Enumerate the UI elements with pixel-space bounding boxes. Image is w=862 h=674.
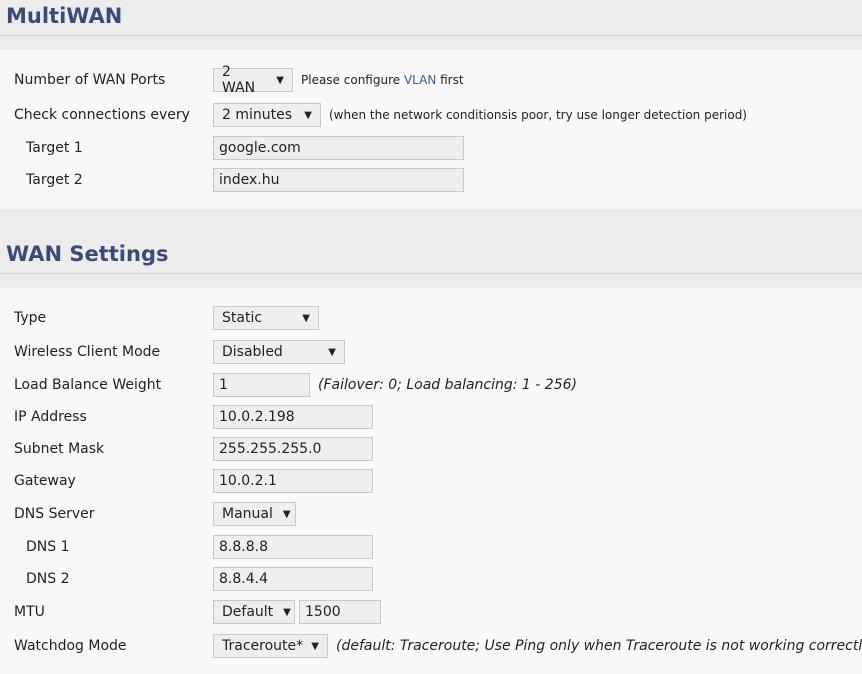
dns-server-row: DNS Server Manual ▼ [0, 501, 862, 527]
vlan-link[interactable]: VLAN [404, 73, 436, 87]
spacer [0, 274, 862, 288]
wireless-client-row: Wireless Client Mode Disabled ▼ [0, 339, 862, 365]
mtu-input[interactable]: 1500 [299, 600, 381, 624]
chevron-down-icon: ▼ [302, 312, 310, 324]
target1-input[interactable]: google.com [213, 136, 464, 160]
wan-ports-label: Number of WAN Ports [14, 72, 166, 88]
type-row: Type Static ▼ [0, 305, 862, 331]
note-prefix: Please configure [301, 73, 404, 87]
wan-ports-select[interactable]: 2 WAN ▼ [213, 64, 293, 96]
wan-ports-note: Please configure VLAN first [301, 73, 464, 87]
watchdog-select[interactable]: Traceroute* ▼ [213, 634, 328, 658]
chevron-down-icon: ▼ [304, 109, 312, 121]
chevron-down-icon: ▼ [311, 640, 319, 652]
wan-ports-value: 2 WAN [222, 64, 256, 96]
ip-row: IP Address 10.0.2.198 [0, 404, 862, 430]
note-suffix: first [436, 73, 464, 87]
mask-label: Subnet Mask [14, 441, 105, 457]
mtu-label: MTU [14, 604, 45, 620]
spacer [0, 209, 862, 233]
dns1-label: DNS 1 [26, 539, 70, 555]
lb-weight-row: Load Balance Weight 1 (Failover: 0; Load… [0, 372, 862, 398]
chevron-down-icon: ▼ [276, 74, 284, 86]
wan-panel: Type Static ▼ Wireless Client Mode Disab… [0, 288, 862, 674]
gateway-input[interactable]: 10.0.2.1 [213, 469, 373, 493]
check-every-value: 2 minutes [222, 107, 293, 123]
check-every-select[interactable]: 2 minutes ▼ [213, 103, 321, 127]
watchdog-hint: (default: Traceroute; Use Ping only when… [336, 638, 862, 654]
target1-row: Target 1 google.com [0, 135, 862, 161]
type-label: Type [14, 310, 47, 326]
mtu-mode-value: Default [222, 604, 274, 620]
mask-input[interactable]: 255.255.255.0 [213, 437, 373, 461]
gateway-label: Gateway [14, 473, 76, 489]
dns1-row: DNS 1 8.8.8.8 [0, 534, 862, 560]
dns2-input[interactable]: 8.8.4.4 [213, 567, 373, 591]
multiwan-panel: Number of WAN Ports 2 WAN ▼ Please confi… [0, 50, 862, 209]
target2-row: Target 2 index.hu [0, 167, 862, 193]
gateway-row: Gateway 10.0.2.1 [0, 468, 862, 494]
mtu-row: MTU Default ▼ 1500 [0, 599, 862, 625]
type-value: Static [222, 310, 263, 326]
wireless-client-value: Disabled [222, 344, 283, 360]
watchdog-row: Watchdog Mode Traceroute* ▼ (default: Tr… [0, 633, 862, 659]
mask-row: Subnet Mask 255.255.255.0 [0, 436, 862, 462]
multiwan-header: MultiWAN [0, 0, 862, 36]
type-select[interactable]: Static ▼ [213, 306, 319, 330]
multiwan-title: MultiWAN [6, 4, 123, 28]
wireless-client-select[interactable]: Disabled ▼ [213, 340, 345, 364]
wan-ports-row: Number of WAN Ports 2 WAN ▼ Please confi… [0, 64, 862, 96]
target1-label: Target 1 [26, 140, 83, 156]
dns-server-value: Manual [222, 506, 273, 522]
lb-weight-label: Load Balance Weight [14, 377, 162, 393]
lb-weight-hint: (Failover: 0; Load balancing: 1 - 256) [318, 377, 577, 393]
watchdog-label: Watchdog Mode [14, 638, 127, 654]
chevron-down-icon: ▼ [328, 346, 336, 358]
mtu-mode-select[interactable]: Default ▼ [213, 600, 295, 624]
wan-title: WAN Settings [6, 242, 169, 266]
check-every-note: (when the network conditionsis poor, try… [329, 108, 747, 122]
wan-header: WAN Settings [0, 233, 862, 274]
dns2-label: DNS 2 [26, 571, 70, 587]
ip-label: IP Address [14, 409, 87, 425]
wireless-client-label: Wireless Client Mode [14, 344, 161, 360]
check-every-row: Check connections every 2 minutes ▼ (whe… [0, 102, 862, 128]
lb-weight-input[interactable]: 1 [213, 373, 310, 397]
check-every-label: Check connections every [14, 107, 190, 123]
target2-label: Target 2 [26, 172, 83, 188]
watchdog-value: Traceroute* [222, 638, 304, 654]
dns2-row: DNS 2 8.8.4.4 [0, 566, 862, 592]
dns-server-select[interactable]: Manual ▼ [213, 502, 296, 526]
spacer [0, 36, 862, 50]
chevron-down-icon: ▼ [283, 606, 291, 618]
ip-input[interactable]: 10.0.2.198 [213, 405, 373, 429]
chevron-down-icon: ▼ [282, 508, 291, 520]
dns-server-label: DNS Server [14, 506, 95, 522]
dns1-input[interactable]: 8.8.8.8 [213, 535, 373, 559]
target2-input[interactable]: index.hu [213, 168, 464, 192]
